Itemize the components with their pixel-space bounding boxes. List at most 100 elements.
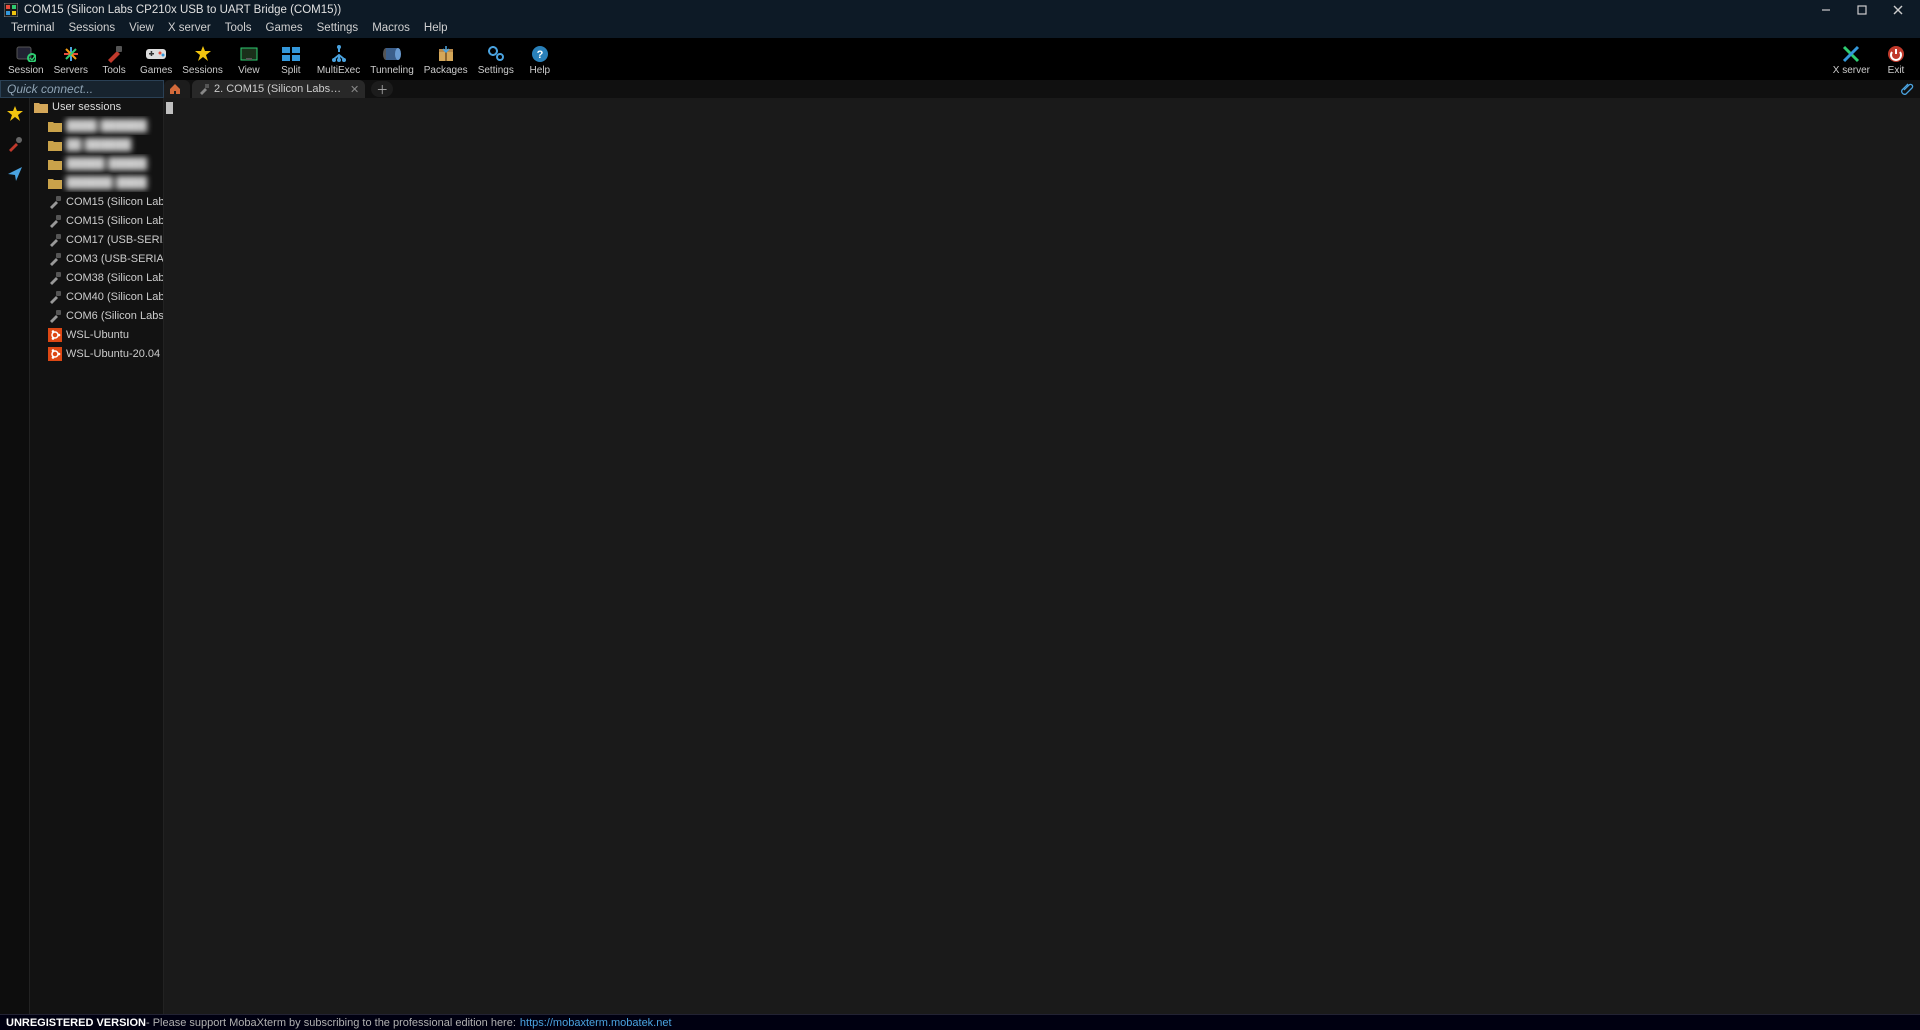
toolbar-settings[interactable]: Settings <box>474 40 518 80</box>
multiexec-icon <box>329 45 349 63</box>
session-item[interactable]: COM15 (Silicon Labs CP <box>30 211 163 230</box>
games-icon <box>146 45 166 63</box>
svg-text:?: ? <box>536 49 543 61</box>
sidestrip-star-icon[interactable] <box>5 104 25 124</box>
serial-icon <box>48 252 62 266</box>
session-tree-header[interactable]: User sessions <box>30 98 163 116</box>
sidestrip-tools-icon[interactable] <box>5 134 25 154</box>
session-item[interactable]: ██████ ████ <box>30 173 163 192</box>
toolbar-view[interactable]: View <box>229 40 269 80</box>
toolbar-exit[interactable]: Exit <box>1876 40 1916 80</box>
menu-view[interactable]: View <box>122 21 161 35</box>
serial-tab-icon <box>198 83 210 95</box>
tab-session-active[interactable]: 2. COM15 (Silicon Labs CP210x U… ✕ <box>192 80 365 98</box>
tab-home[interactable] <box>164 80 190 98</box>
new-tab-button[interactable]: ＋ <box>371 81 393 97</box>
toolbar-xserver[interactable]: X server <box>1829 40 1874 80</box>
help-icon: ? <box>530 45 550 63</box>
menu-bar: Terminal Sessions View X server Tools Ga… <box>0 20 1920 38</box>
title-bar: COM15 (Silicon Labs CP210x USB to UART B… <box>0 0 1920 20</box>
session-tree-header-label: User sessions <box>52 101 121 113</box>
session-item-label: WSL-Ubuntu-20.04 <box>66 348 160 360</box>
session-item-label: COM6 (Silicon Labs CP2 <box>66 310 163 322</box>
serial-icon <box>48 271 62 285</box>
app-icon <box>4 3 18 17</box>
xserver-icon <box>1841 45 1861 63</box>
session-item[interactable]: COM40 (Silicon Labs CP <box>30 287 163 306</box>
tunneling-icon <box>382 45 402 63</box>
toolbar-help[interactable]: ? Help <box>520 40 560 80</box>
tab-bar: 2. COM15 (Silicon Labs CP210x U… ✕ ＋ <box>164 80 1920 98</box>
folder-icon <box>48 119 62 133</box>
session-item[interactable]: COM38 (Silicon Labs CP <box>30 268 163 287</box>
session-item[interactable]: ██ ██████ <box>30 135 163 154</box>
menu-macros[interactable]: Macros <box>365 21 417 35</box>
split-icon <box>281 45 301 63</box>
session-item-label: ██ ██████ <box>66 139 131 151</box>
quick-connect-placeholder: Quick connect... <box>7 82 93 96</box>
view-icon <box>239 45 259 63</box>
menu-terminal[interactable]: Terminal <box>4 21 61 35</box>
ubuntu-icon <box>48 328 62 342</box>
tab-label: 2. COM15 (Silicon Labs CP210x U… <box>214 83 344 95</box>
serial-icon <box>48 309 62 323</box>
folder-icon <box>48 157 62 171</box>
session-item[interactable]: COM3 (USB-SERIAL CH <box>30 249 163 268</box>
maximize-button[interactable] <box>1844 0 1880 20</box>
toolbar-servers[interactable]: Servers <box>50 40 92 80</box>
session-item-label: COM17 (USB-SERIAL C <box>66 234 163 246</box>
session-side-panel: User sessions ████ ██████ ██ ██████ █████ … <box>30 98 164 1014</box>
session-item[interactable]: WSL-Ubuntu <box>30 325 163 344</box>
menu-games[interactable]: Games <box>259 21 310 35</box>
sidestrip-send-icon[interactable] <box>5 164 25 184</box>
close-button[interactable] <box>1880 0 1916 20</box>
minimize-button[interactable] <box>1808 0 1844 20</box>
session-item-label: █████ █████ <box>66 158 147 170</box>
session-item[interactable]: COM17 (USB-SERIAL C <box>30 230 163 249</box>
session-item-label: ██████ ████ <box>66 177 147 189</box>
home-icon <box>169 83 181 95</box>
side-strip <box>0 98 30 1014</box>
folder-icon <box>34 101 48 113</box>
serial-icon <box>48 214 62 228</box>
menu-help[interactable]: Help <box>417 21 455 35</box>
status-link[interactable]: https://mobaxterm.mobatek.net <box>520 1017 672 1029</box>
session-item[interactable]: █████ █████ <box>30 154 163 173</box>
session-item[interactable]: WSL-Ubuntu-20.04 <box>30 344 163 363</box>
toolbar-multiexec[interactable]: MultiExec <box>313 40 364 80</box>
attachment-icon[interactable] <box>1900 81 1916 97</box>
session-item[interactable]: COM6 (Silicon Labs CP2 <box>30 306 163 325</box>
quick-connect-input[interactable]: Quick connect... <box>0 80 164 98</box>
menu-settings[interactable]: Settings <box>310 21 366 35</box>
terminal-pane[interactable] <box>164 98 1920 1014</box>
toolbar: Session Servers Tools Games Sessions Vie… <box>0 38 1920 80</box>
servers-icon <box>61 45 81 63</box>
menu-tools[interactable]: Tools <box>218 21 259 35</box>
window-title: COM15 (Silicon Labs CP210x USB to UART B… <box>24 4 341 16</box>
serial-icon <box>48 233 62 247</box>
main-area: User sessions ████ ██████ ██ ██████ █████ … <box>0 98 1920 1014</box>
session-item[interactable]: COM15 (Silicon Labs CP <box>30 192 163 211</box>
toolbar-games[interactable]: Games <box>136 40 176 80</box>
tab-close-icon[interactable]: ✕ <box>350 83 359 96</box>
toolbar-tools[interactable]: Tools <box>94 40 134 80</box>
session-item-label: COM15 (Silicon Labs CP <box>66 196 163 208</box>
toolbar-split[interactable]: Split <box>271 40 311 80</box>
serial-icon <box>48 290 62 304</box>
toolbar-tunneling[interactable]: Tunneling <box>366 40 418 80</box>
status-bold: UNREGISTERED VERSION <box>6 1017 146 1029</box>
star-icon <box>193 45 213 63</box>
menu-xserver[interactable]: X server <box>161 21 218 35</box>
session-item-label: COM15 (Silicon Labs CP <box>66 215 163 227</box>
folder-icon <box>48 138 62 152</box>
terminal-cursor <box>166 102 173 114</box>
toolbar-session[interactable]: Session <box>4 40 48 80</box>
toolbar-sessions[interactable]: Sessions <box>178 40 227 80</box>
toolbar-packages[interactable]: Packages <box>420 40 472 80</box>
packages-icon <box>436 45 456 63</box>
menu-sessions[interactable]: Sessions <box>61 21 122 35</box>
tools-icon <box>104 45 124 63</box>
session-item[interactable]: ████ ██████ <box>30 116 163 135</box>
ubuntu-icon <box>48 347 62 361</box>
status-bar: UNREGISTERED VERSION - Please support Mo… <box>0 1014 1920 1030</box>
